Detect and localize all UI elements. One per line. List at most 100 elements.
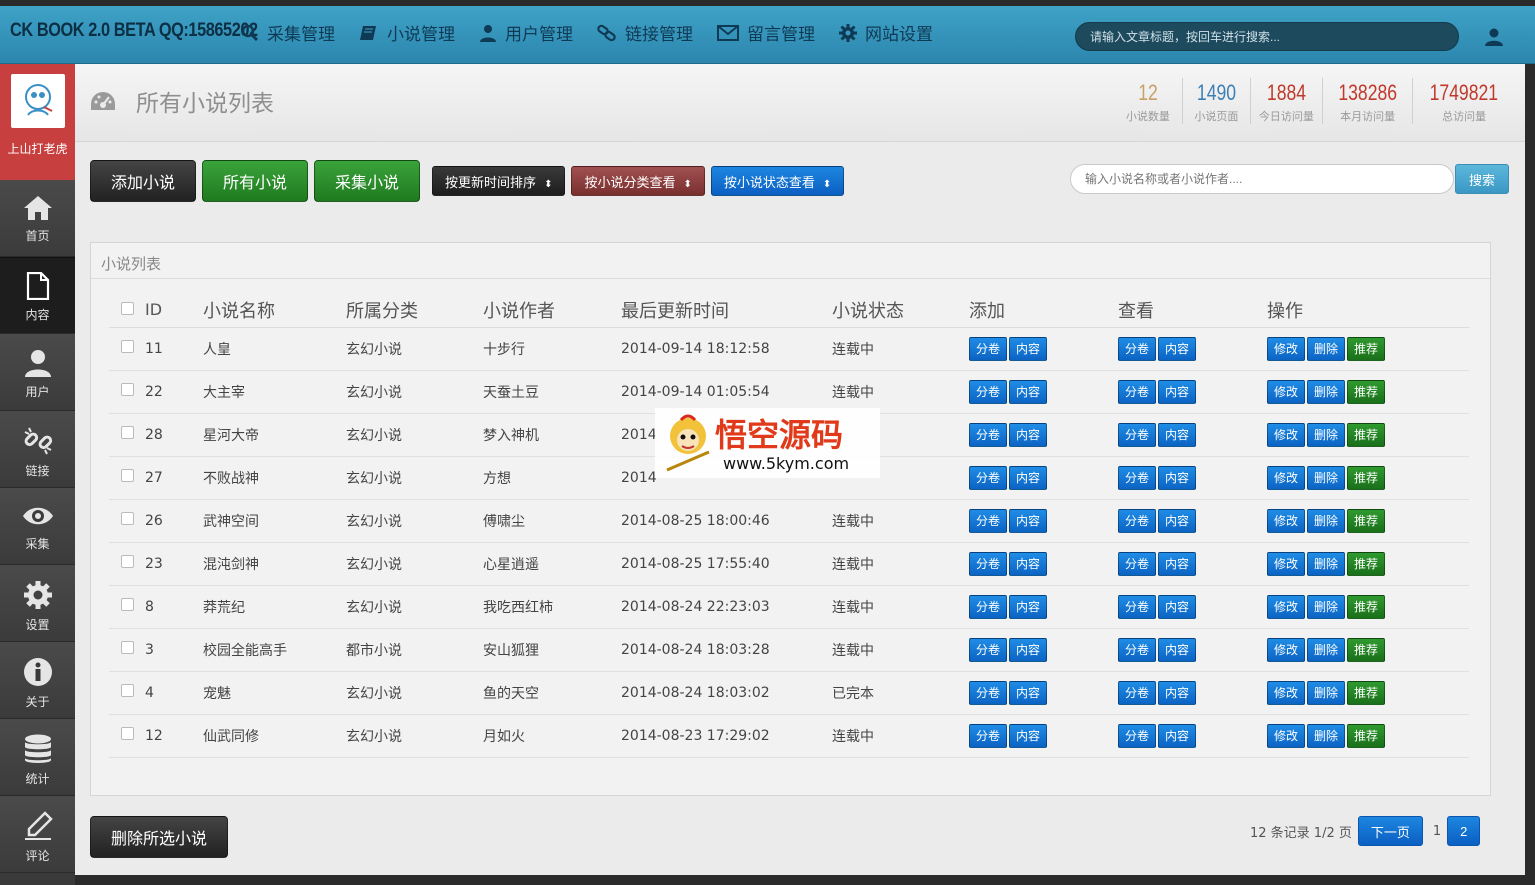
- row-checkbox[interactable]: [121, 555, 134, 568]
- sidebar-item-content[interactable]: 内容: [0, 257, 75, 334]
- row-checkbox[interactable]: [121, 727, 134, 740]
- view-volume-button[interactable]: 分卷: [1118, 551, 1157, 576]
- delete-button[interactable]: 删除: [1307, 379, 1346, 404]
- view-content-button[interactable]: 内容: [1158, 551, 1197, 576]
- add-content-button[interactable]: 内容: [1009, 551, 1048, 576]
- add-novel-button[interactable]: 添加小说: [90, 160, 197, 202]
- recommend-button[interactable]: 推荐: [1347, 508, 1386, 533]
- edit-button[interactable]: 修改: [1267, 465, 1306, 490]
- next-page-button[interactable]: 下一页: [1357, 816, 1423, 846]
- edit-button[interactable]: 修改: [1267, 637, 1306, 662]
- delete-button[interactable]: 删除: [1307, 723, 1346, 748]
- add-content-button[interactable]: 内容: [1009, 637, 1048, 662]
- view-volume-button[interactable]: 分卷: [1118, 508, 1157, 533]
- row-checkbox[interactable]: [121, 469, 134, 482]
- recommend-button[interactable]: 推荐: [1347, 379, 1386, 404]
- view-volume-button[interactable]: 分卷: [1118, 379, 1157, 404]
- by-category-dropdown[interactable]: 按小说分类查看 ⬍: [571, 166, 705, 196]
- by-status-dropdown[interactable]: 按小说状态查看 ⬍: [710, 166, 845, 196]
- view-content-button[interactable]: 内容: [1158, 680, 1197, 705]
- delete-button[interactable]: 删除: [1307, 551, 1346, 576]
- nav-item-novels[interactable]: 小说管理: [359, 20, 455, 45]
- add-volume-button[interactable]: 分卷: [969, 465, 1008, 490]
- row-checkbox[interactable]: [121, 641, 134, 654]
- row-checkbox[interactable]: [121, 383, 134, 396]
- sidebar-item-comments[interactable]: 评论: [0, 796, 75, 873]
- row-checkbox[interactable]: [121, 340, 134, 353]
- add-content-button[interactable]: 内容: [1009, 422, 1048, 447]
- top-search-input[interactable]: [1075, 22, 1459, 51]
- delete-button[interactable]: 删除: [1307, 680, 1346, 705]
- all-novels-button[interactable]: 所有小说: [202, 160, 309, 202]
- edit-button[interactable]: 修改: [1267, 594, 1306, 619]
- view-volume-button[interactable]: 分卷: [1118, 594, 1157, 619]
- add-volume-button[interactable]: 分卷: [969, 637, 1008, 662]
- delete-button[interactable]: 删除: [1307, 637, 1346, 662]
- view-content-button[interactable]: 内容: [1158, 379, 1197, 404]
- add-volume-button[interactable]: 分卷: [969, 508, 1008, 533]
- delete-button[interactable]: 删除: [1307, 336, 1346, 361]
- add-volume-button[interactable]: 分卷: [969, 551, 1008, 576]
- novel-search-input[interactable]: [1070, 164, 1454, 194]
- add-content-button[interactable]: 内容: [1009, 336, 1048, 361]
- recommend-button[interactable]: 推荐: [1347, 336, 1386, 361]
- add-content-button[interactable]: 内容: [1009, 465, 1048, 490]
- page-1-link[interactable]: 1: [1433, 824, 1441, 839]
- add-content-button[interactable]: 内容: [1009, 723, 1048, 748]
- add-volume-button[interactable]: 分卷: [969, 723, 1008, 748]
- recommend-button[interactable]: 推荐: [1347, 637, 1386, 662]
- delete-button[interactable]: 删除: [1307, 508, 1346, 533]
- nav-item-settings[interactable]: 网站设置: [839, 20, 933, 45]
- recommend-button[interactable]: 推荐: [1347, 465, 1386, 490]
- sidebar-item-home[interactable]: 首页: [0, 180, 75, 257]
- sidebar-item-settings[interactable]: 设置: [0, 565, 75, 642]
- delete-button[interactable]: 删除: [1307, 465, 1346, 490]
- edit-button[interactable]: 修改: [1267, 422, 1306, 447]
- user-menu-icon[interactable]: [1484, 28, 1504, 50]
- row-checkbox[interactable]: [121, 512, 134, 525]
- add-volume-button[interactable]: 分卷: [969, 680, 1008, 705]
- add-content-button[interactable]: 内容: [1009, 680, 1048, 705]
- view-content-button[interactable]: 内容: [1158, 637, 1197, 662]
- row-checkbox[interactable]: [121, 684, 134, 697]
- search-button[interactable]: 搜索: [1455, 164, 1509, 194]
- sort-by-time-dropdown[interactable]: 按更新时间排序 ⬍: [432, 166, 566, 196]
- add-content-button[interactable]: 内容: [1009, 379, 1048, 404]
- nav-item-users[interactable]: 用户管理: [479, 20, 573, 45]
- view-volume-button[interactable]: 分卷: [1118, 637, 1157, 662]
- profile-card[interactable]: 上山打老虎: [0, 64, 75, 180]
- add-content-button[interactable]: 内容: [1009, 508, 1048, 533]
- edit-button[interactable]: 修改: [1267, 723, 1306, 748]
- nav-item-messages[interactable]: 留言管理: [717, 20, 815, 45]
- add-volume-button[interactable]: 分卷: [969, 594, 1008, 619]
- nav-item-collect[interactable]: 采集管理: [241, 20, 335, 45]
- view-content-button[interactable]: 内容: [1158, 422, 1197, 447]
- edit-button[interactable]: 修改: [1267, 680, 1306, 705]
- sidebar-item-users[interactable]: 用户: [0, 334, 75, 411]
- row-checkbox[interactable]: [121, 598, 134, 611]
- recommend-button[interactable]: 推荐: [1347, 723, 1386, 748]
- page-2-button[interactable]: 2: [1447, 816, 1481, 846]
- delete-selected-button[interactable]: 删除所选小说: [90, 816, 229, 858]
- view-content-button[interactable]: 内容: [1158, 594, 1197, 619]
- edit-button[interactable]: 修改: [1267, 336, 1306, 361]
- view-content-button[interactable]: 内容: [1158, 465, 1197, 490]
- add-volume-button[interactable]: 分卷: [969, 379, 1008, 404]
- recommend-button[interactable]: 推荐: [1347, 594, 1386, 619]
- edit-button[interactable]: 修改: [1267, 379, 1306, 404]
- view-content-button[interactable]: 内容: [1158, 723, 1197, 748]
- nav-item-links[interactable]: 链接管理: [597, 20, 693, 45]
- view-volume-button[interactable]: 分卷: [1118, 336, 1157, 361]
- delete-button[interactable]: 删除: [1307, 594, 1346, 619]
- collect-novels-button[interactable]: 采集小说: [314, 160, 421, 202]
- delete-button[interactable]: 删除: [1307, 422, 1346, 447]
- recommend-button[interactable]: 推荐: [1347, 680, 1386, 705]
- view-content-button[interactable]: 内容: [1158, 508, 1197, 533]
- add-volume-button[interactable]: 分卷: [969, 422, 1008, 447]
- view-volume-button[interactable]: 分卷: [1118, 465, 1157, 490]
- select-all-checkbox[interactable]: [121, 302, 134, 316]
- view-volume-button[interactable]: 分卷: [1118, 723, 1157, 748]
- edit-button[interactable]: 修改: [1267, 508, 1306, 533]
- edit-button[interactable]: 修改: [1267, 551, 1306, 576]
- view-volume-button[interactable]: 分卷: [1118, 422, 1157, 447]
